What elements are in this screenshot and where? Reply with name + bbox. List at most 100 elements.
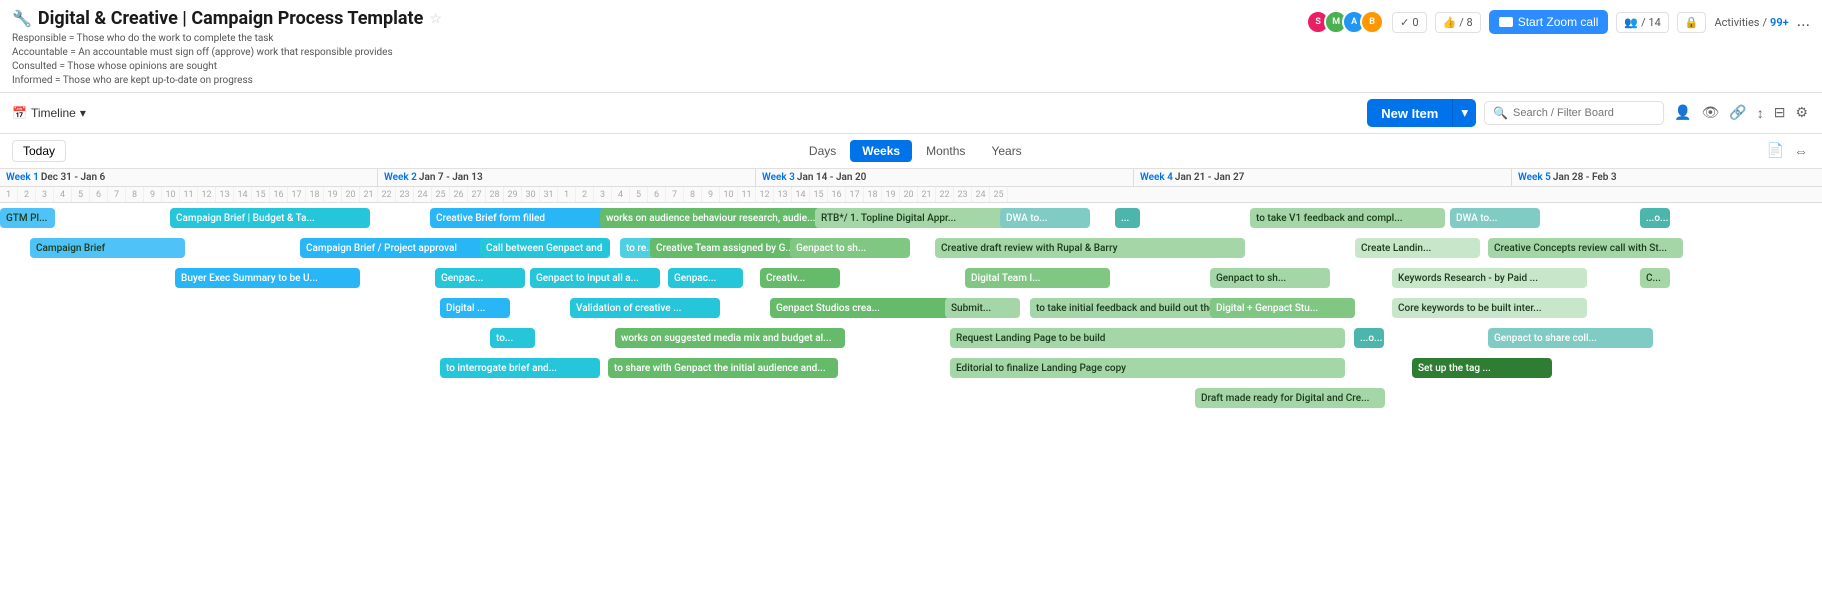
day-number: 15 [252,187,270,202]
gantt-bar[interactable]: Digital + Genpact Stu... [1210,298,1355,318]
week-segment: Week 4 Jan 21 - Jan 27 [1134,169,1512,186]
days-strip: 1234567891011121314151617181920212223242… [0,187,1822,203]
day-number: 18 [864,187,882,202]
day-number: 22 [378,187,396,202]
lock-icon-stat[interactable]: 🔒 [1677,12,1707,33]
gantt-bar[interactable]: Digital Team I... [965,268,1110,288]
gantt-bar[interactable]: to... [490,328,535,348]
day-number: 1 [558,187,576,202]
title-row: 🔧 Digital & Creative | Campaign Process … [12,8,1306,29]
day-number: 25 [432,187,450,202]
timeline-icon: 📅 [12,106,27,120]
gantt-bar[interactable]: ...o... [1640,208,1670,228]
tab-days[interactable]: Days [797,140,848,162]
timeline-wrapper: Week 1 Dec 31 - Jan 6Week 2 Jan 7 - Jan … [0,169,1822,418]
gantt-bar[interactable]: GTM Pl... [0,208,55,228]
sort-icon[interactable]: ↕ [1755,103,1766,124]
gantt-bar[interactable]: Genpact to sh... [790,238,910,258]
header-left: 🔧 Digital & Creative | Campaign Process … [12,8,1306,88]
tab-years[interactable]: Years [979,140,1033,162]
gantt-bar[interactable]: Creative Concepts review call with St... [1488,238,1683,258]
gantt-bar[interactable]: Genpact to sh... [1210,268,1330,288]
gantt-bar[interactable]: works on audience behaviour research, au… [600,208,830,228]
gantt-bar[interactable]: Core keywords to be built inter... [1392,298,1587,318]
gantt-bar[interactable]: works on suggested media mix and budget … [615,328,845,348]
star-icon[interactable]: ☆ [429,11,442,27]
day-number: 12 [198,187,216,202]
day-number: 21 [918,187,936,202]
chevron-down-icon: ▾ [80,106,86,120]
more-options-button[interactable]: ... [1797,13,1810,31]
gantt-bar[interactable]: Draft made ready for Digital and Cre... [1195,388,1385,408]
gantt-bar[interactable]: to share with Genpact the initial audien… [608,358,838,378]
settings-icon[interactable]: ⚙ [1793,103,1810,123]
expand-icon[interactable]: ⇔ [1792,141,1810,162]
day-number: 7 [666,187,684,202]
gantt-bar[interactable]: Buyer Exec Summary to be U... [175,268,360,288]
person-filter-icon[interactable]: 👤 [1672,103,1693,123]
collapse-icon[interactable]: 📄 [1765,141,1786,161]
gantt-bar[interactable]: Genpact to input all a... [530,268,660,288]
search-input[interactable] [1513,107,1655,119]
gantt-bar[interactable]: Creative Brief form filled [430,208,620,228]
thumbs-stat[interactable]: 👍 / 8 [1435,12,1481,33]
gantt-bar[interactable]: to interrogate brief and... [440,358,600,378]
gantt-bar[interactable]: Creative draft review with Rupal & Barry [935,238,1245,258]
day-number: 4 [54,187,72,202]
tool-icon: 🔧 [12,9,32,28]
filter-icon[interactable]: ⊟ [1772,103,1788,123]
timeline-view-button[interactable]: 📅 Timeline ▾ [12,106,86,120]
gantt-bar[interactable]: to take V1 feedback and compl... [1250,208,1445,228]
gantt-bar[interactable]: C... [1640,268,1670,288]
link-icon[interactable]: 🔗 [1727,103,1748,123]
check-stat[interactable]: ✓ 0 [1392,12,1426,33]
day-number: 25 [990,187,1008,202]
day-number: 30 [522,187,540,202]
tab-months[interactable]: Months [914,140,977,162]
date-navigation: Today Days Weeks Months Years 📄 ⇔ [0,134,1822,169]
gantt-bar[interactable]: Creativ... [760,268,840,288]
gantt-bar[interactable]: ... [1115,208,1140,228]
gantt-bar[interactable]: Digital ... [440,298,510,318]
zoom-icon [1499,17,1513,27]
gantt-bar[interactable]: Request Landing Page to be build [950,328,1345,348]
day-number: 3 [594,187,612,202]
gantt-bar[interactable]: Create Landin... [1355,238,1480,258]
gantt-bar[interactable]: Call between Genpact and [480,238,610,258]
day-number: 3 [36,187,54,202]
header-right: S M A B ✓ 0 👍 / 8 Start Zoom call 👥 / 14… [1306,10,1810,34]
gantt-bar[interactable]: DWA to... [1450,208,1540,228]
day-number: 18 [306,187,324,202]
day-number: 22 [936,187,954,202]
gantt-bar[interactable]: Campaign Brief [30,238,185,258]
gantt-bar[interactable]: Campaign Brief | Budget & Ta... [170,208,370,228]
zoom-call-button[interactable]: Start Zoom call [1489,10,1609,34]
day-number: 6 [90,187,108,202]
eye-icon[interactable]: 👁 [1699,103,1721,123]
gantt-bar[interactable]: Editorial to finalize Landing Page copy [950,358,1345,378]
tab-weeks[interactable]: Weeks [850,140,912,162]
gantt-bar[interactable]: Set up the tag ... [1412,358,1552,378]
activities-button[interactable]: Activities / 99+ [1714,16,1788,29]
day-number: 20 [342,187,360,202]
gantt-bar[interactable]: Validation of creative ... [570,298,720,318]
gantt-bar[interactable]: Campaign Brief / Project approval [300,238,490,258]
gantt-bar[interactable]: Submit... [945,298,1020,318]
people-stat[interactable]: 👥 / 14 [1616,12,1668,33]
day-number: 10 [720,187,738,202]
gantt-bar[interactable]: RTB*/ 1. Topline Digital Appr... [815,208,1010,228]
gantt-bar[interactable]: ...o... [1354,328,1384,348]
toolbar: 📅 Timeline ▾ New Item ▾ 🔍 👤 👁 🔗 ↕ ⊟ ⚙ [0,93,1822,134]
gantt-bar[interactable]: Keywords Research - by Paid ... [1392,268,1587,288]
new-item-dropdown-button[interactable]: ▾ [1452,99,1476,127]
day-number: 11 [180,187,198,202]
gantt-bar[interactable]: Genpac... [435,268,525,288]
today-button[interactable]: Today [12,140,66,162]
gantt-bar[interactable]: Genpact to share coll... [1488,328,1653,348]
right-icons: 📄 ⇔ [1765,141,1810,162]
new-item-button[interactable]: New Item [1367,99,1452,127]
gantt-bar[interactable]: Genpac... [668,268,743,288]
page-header: 🔧 Digital & Creative | Campaign Process … [0,0,1822,93]
gantt-bar[interactable]: Genpact Studios crea... [770,298,950,318]
gantt-bar[interactable]: DWA to... [1000,208,1090,228]
